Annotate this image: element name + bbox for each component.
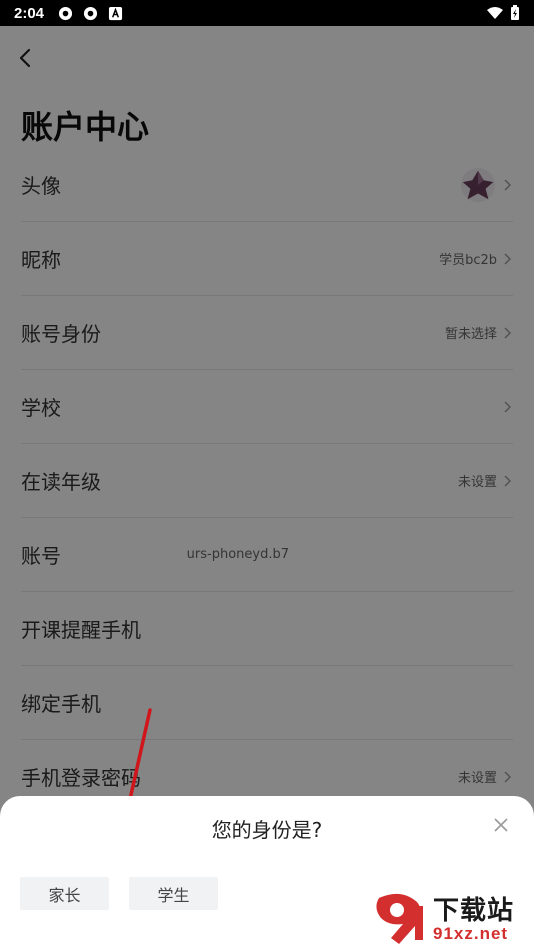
watermark-91-icon: [376, 893, 423, 944]
watermark-logo: 下载站 91xz.net: [371, 888, 534, 950]
a-badge-icon: [108, 6, 123, 20]
status-bar: 2:04: [0, 0, 534, 26]
app-notification-icon: [58, 6, 73, 20]
wifi-icon: [487, 7, 503, 19]
dialog-question: 您的身份是?: [211, 818, 323, 842]
app-notification-icon: [83, 6, 98, 20]
watermark-url: 91xz.net: [433, 924, 509, 943]
close-icon[interactable]: [492, 816, 510, 834]
option-student-button[interactable]: 学生: [129, 877, 218, 910]
status-time: 2:04: [14, 4, 45, 22]
option-parent-button[interactable]: 家长: [20, 877, 109, 910]
watermark-text: 下载站: [433, 896, 515, 926]
battery-icon: [511, 5, 519, 20]
